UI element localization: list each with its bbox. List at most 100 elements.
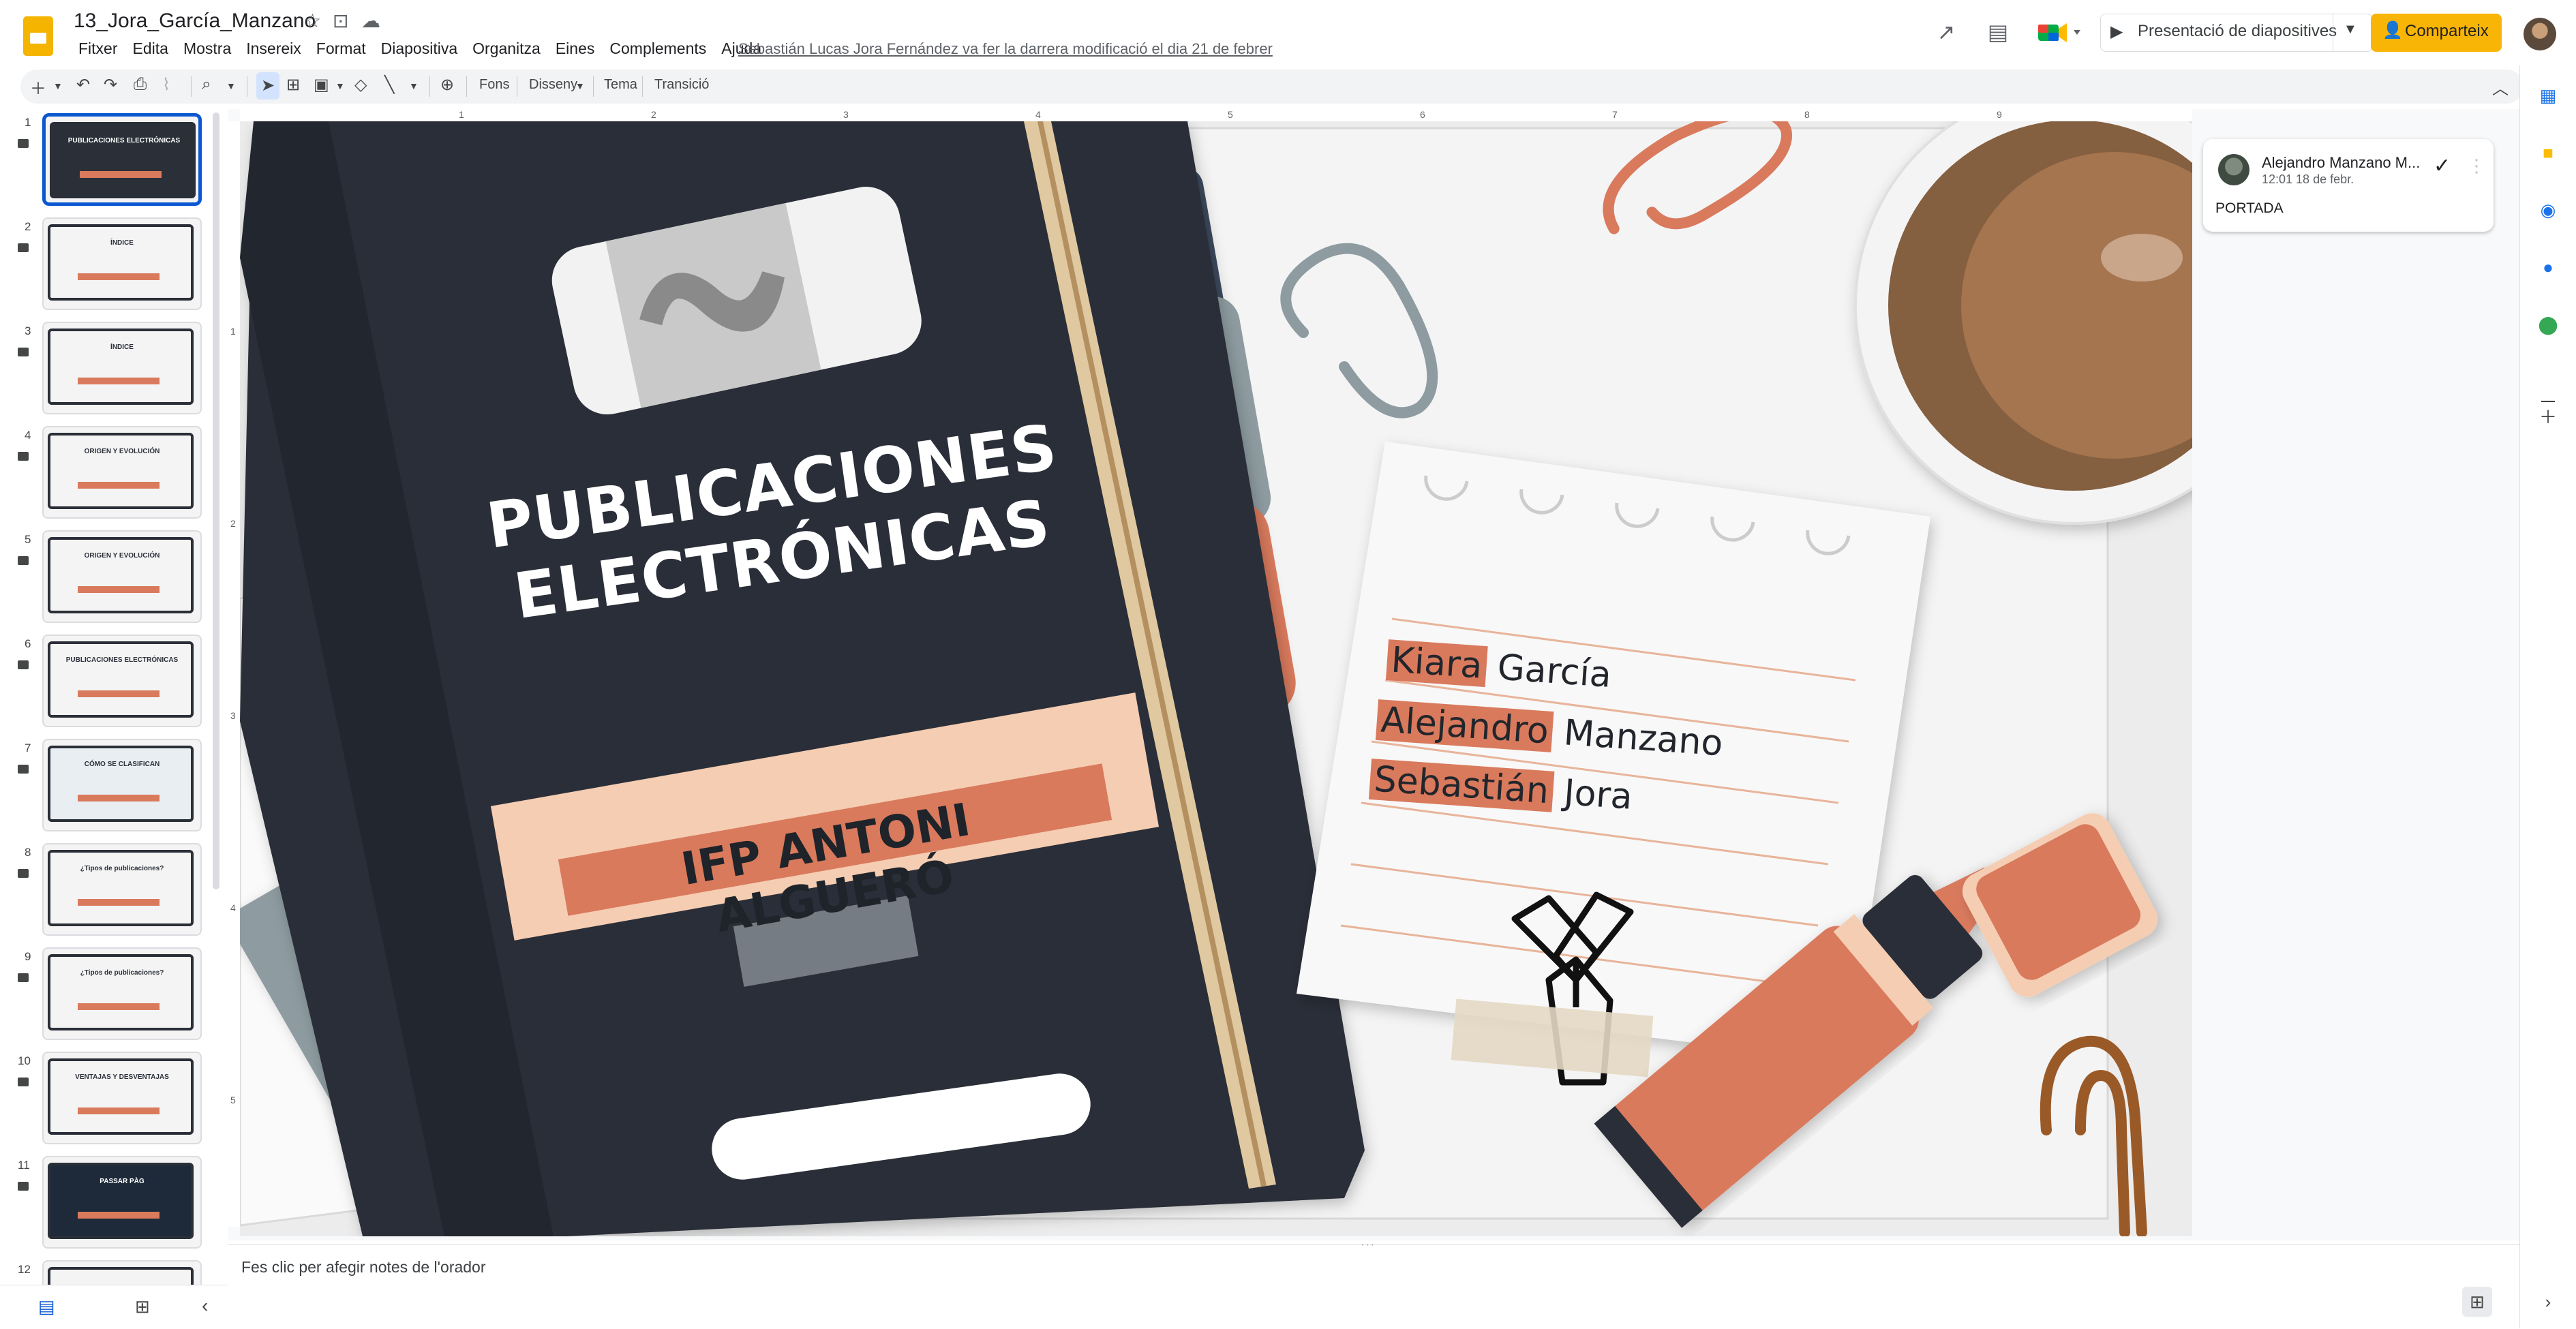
account-avatar[interactable] [2524, 18, 2556, 50]
comment-indicator-icon[interactable] [18, 869, 29, 878]
menu-slide[interactable]: Diapositiva [374, 40, 466, 60]
thumbnail-frame [48, 1163, 194, 1239]
background-button[interactable]: Fons [479, 77, 509, 93]
resolve-check-icon[interactable]: ✓ [2434, 154, 2451, 178]
slide-thumbnail[interactable]: ¿Tipos de publicaciones? [42, 947, 202, 1040]
grid-view-icon[interactable]: ⊞ [135, 1296, 150, 1317]
thumbnail-title: ¿Tipos de publicaciones? [80, 865, 164, 872]
slide-canvas[interactable] [240, 121, 2192, 1236]
menu-edit[interactable]: Edita [125, 40, 176, 60]
comment-indicator-icon[interactable] [18, 660, 29, 669]
collapse-panel-chevron-left-icon[interactable]: ‹ [202, 1295, 208, 1317]
redo-icon[interactable]: ↷ [104, 75, 117, 95]
slide-thumbnail[interactable]: ÍNDICE [42, 217, 202, 310]
present-options-chevron-down-icon[interactable]: ▼ [2344, 22, 2357, 37]
line-icon[interactable]: ╲ [384, 75, 394, 95]
filmstrip-view-icon[interactable]: ▤ [38, 1296, 55, 1317]
menu-view[interactable]: Mostra [176, 40, 239, 60]
add-note-plus-icon[interactable]: ⊞ [2462, 1287, 2492, 1317]
slide-thumbnail[interactable]: CÓMO SE CLASIFICAN [42, 739, 202, 831]
star-icon[interactable]: ☆ [304, 10, 321, 32]
keep-notes-icon[interactable]: ■ [2534, 139, 2562, 166]
add-comment-icon[interactable]: ⊕ [440, 75, 454, 95]
menu-file[interactable]: Fitxer [71, 40, 125, 60]
collapse-toolbar-chevron-up-icon[interactable]: ︿ [2492, 75, 2509, 99]
transition-button[interactable]: Transició [654, 77, 709, 93]
present-button-label: Presentació de diapositives [2138, 22, 2337, 40]
zoom-chevron-down-icon[interactable]: ▼ [226, 80, 236, 91]
slide-thumbnail[interactable]: ÍNDICE [42, 322, 202, 414]
comment-indicator-icon[interactable] [18, 1078, 29, 1086]
thumbnail-accent-bar [78, 1003, 160, 1010]
undo-icon[interactable]: ↶ [76, 75, 90, 95]
comment-timestamp: 12:01 18 de febr. [2262, 172, 2354, 186]
menu-addons[interactable]: Complements [602, 40, 714, 60]
meet-button[interactable] [2031, 16, 2086, 49]
print-icon[interactable]: ⎙ [134, 75, 147, 94]
slide-thumbnail[interactable]: ¿Tipos de publicaciones? [42, 843, 202, 936]
comment-more-options-icon[interactable]: ⋮ [2468, 155, 2485, 177]
slide-thumbnail[interactable]: PUBLICACIONES ELECTRÓNICAS [42, 113, 202, 206]
comment-indicator-icon[interactable] [18, 452, 29, 461]
menu-tools[interactable]: Eines [548, 40, 603, 60]
comment-indicator-icon[interactable] [18, 139, 29, 148]
thumbnail-accent-bar [78, 273, 160, 280]
comments-icon[interactable]: ▤ [1981, 15, 2015, 49]
comment-indicator-icon[interactable] [18, 765, 29, 774]
slide-thumbnail[interactable]: ORIGEN Y EVOLUCIÓN [42, 426, 202, 519]
text-box-icon[interactable]: ⊞ [286, 75, 300, 95]
paint-format-icon[interactable]: ⌇ [162, 75, 170, 95]
notes-resize-handle[interactable]: ··· [1361, 1239, 1376, 1251]
slides-logo-icon[interactable] [23, 16, 53, 56]
thumbnail-title: ÍNDICE [110, 343, 134, 351]
speaker-notes-placeholder[interactable]: Fes clic per afegir notes de l'orador [241, 1258, 486, 1277]
menu-arrange[interactable]: Organitza [465, 40, 548, 60]
document-title[interactable]: 13_Jora_García_Manzano [74, 10, 316, 33]
thumbnail-accent-bar [78, 899, 160, 906]
menu-insert[interactable]: Insereix [239, 40, 309, 60]
hide-side-panel-chevron-right-icon[interactable]: › [2534, 1288, 2562, 1315]
speaker-notes-panel[interactable] [228, 1244, 2519, 1329]
horizontal-ruler[interactable] [240, 109, 2192, 122]
slide-thumbnail[interactable]: PUBLICACIONES ELECTRÓNICAS [42, 635, 202, 727]
contacts-icon[interactable]: ● [2534, 254, 2562, 281]
slide-thumbnail[interactable]: ORIGEN Y EVOLUCIÓN [42, 530, 202, 623]
comment-indicator-icon[interactable] [18, 556, 29, 565]
line-chevron-down-icon[interactable]: ▼ [409, 80, 419, 91]
new-slide-plus-icon[interactable]: ＋ [30, 75, 46, 99]
thumbnail-title: PASSAR PÀG [100, 1178, 145, 1185]
theme-button[interactable]: Tema [604, 77, 637, 93]
activity-trend-icon[interactable]: ↗ [1929, 15, 1963, 49]
select-cursor-icon[interactable]: ➤ [256, 72, 279, 100]
last-edit-link[interactable]: Sebastián Lucas Jora Fernández va fer la… [738, 40, 1273, 58]
vertical-ruler[interactable] [228, 121, 241, 1227]
layout-chevron-down-icon[interactable]: ▼ [575, 80, 585, 91]
comment-indicator-icon[interactable] [18, 973, 29, 982]
shape-icon[interactable]: ◇ [354, 75, 367, 95]
image-chevron-down-icon[interactable]: ▼ [335, 80, 345, 91]
menu-format[interactable]: Format [309, 40, 374, 60]
layout-button[interactable]: Disseny [529, 77, 577, 93]
thumbnail-accent-bar [78, 690, 160, 697]
ruler-mark: 1 [230, 326, 236, 337]
slide-artwork [240, 121, 2192, 1236]
comment-indicator-icon[interactable] [18, 1182, 29, 1191]
insert-image-icon[interactable]: ▣ [314, 75, 329, 95]
ruler-mark: 6 [1420, 109, 1425, 120]
thumbnail-title: PUBLICACIONES ELECTRÓNICAS [67, 137, 181, 144]
toolbar-divider [191, 76, 192, 97]
comment-indicator-icon[interactable] [18, 243, 29, 252]
filmstrip-scrollbar[interactable] [213, 112, 219, 889]
maps-icon[interactable]: ⬤ [2534, 311, 2562, 338]
tasks-icon[interactable]: ◉ [2534, 196, 2562, 224]
zoom-icon[interactable]: ⌕ [202, 75, 211, 94]
get-addons-plus-icon[interactable]: ＋ [2534, 403, 2562, 431]
slide-thumbnail[interactable]: PASSAR PÀG [42, 1156, 202, 1249]
calendar-icon[interactable]: ▦ [2534, 82, 2562, 109]
thumbnail-accent-bar [78, 1212, 160, 1219]
cloud-saved-icon[interactable]: ☁ [361, 10, 380, 32]
move-to-folder-icon[interactable]: ⊡ [333, 10, 348, 32]
comment-indicator-icon[interactable] [18, 348, 29, 356]
slide-thumbnail[interactable]: VENTAJAS Y DESVENTAJAS [42, 1052, 202, 1144]
new-slide-chevron-down-icon[interactable]: ▼ [53, 80, 63, 91]
